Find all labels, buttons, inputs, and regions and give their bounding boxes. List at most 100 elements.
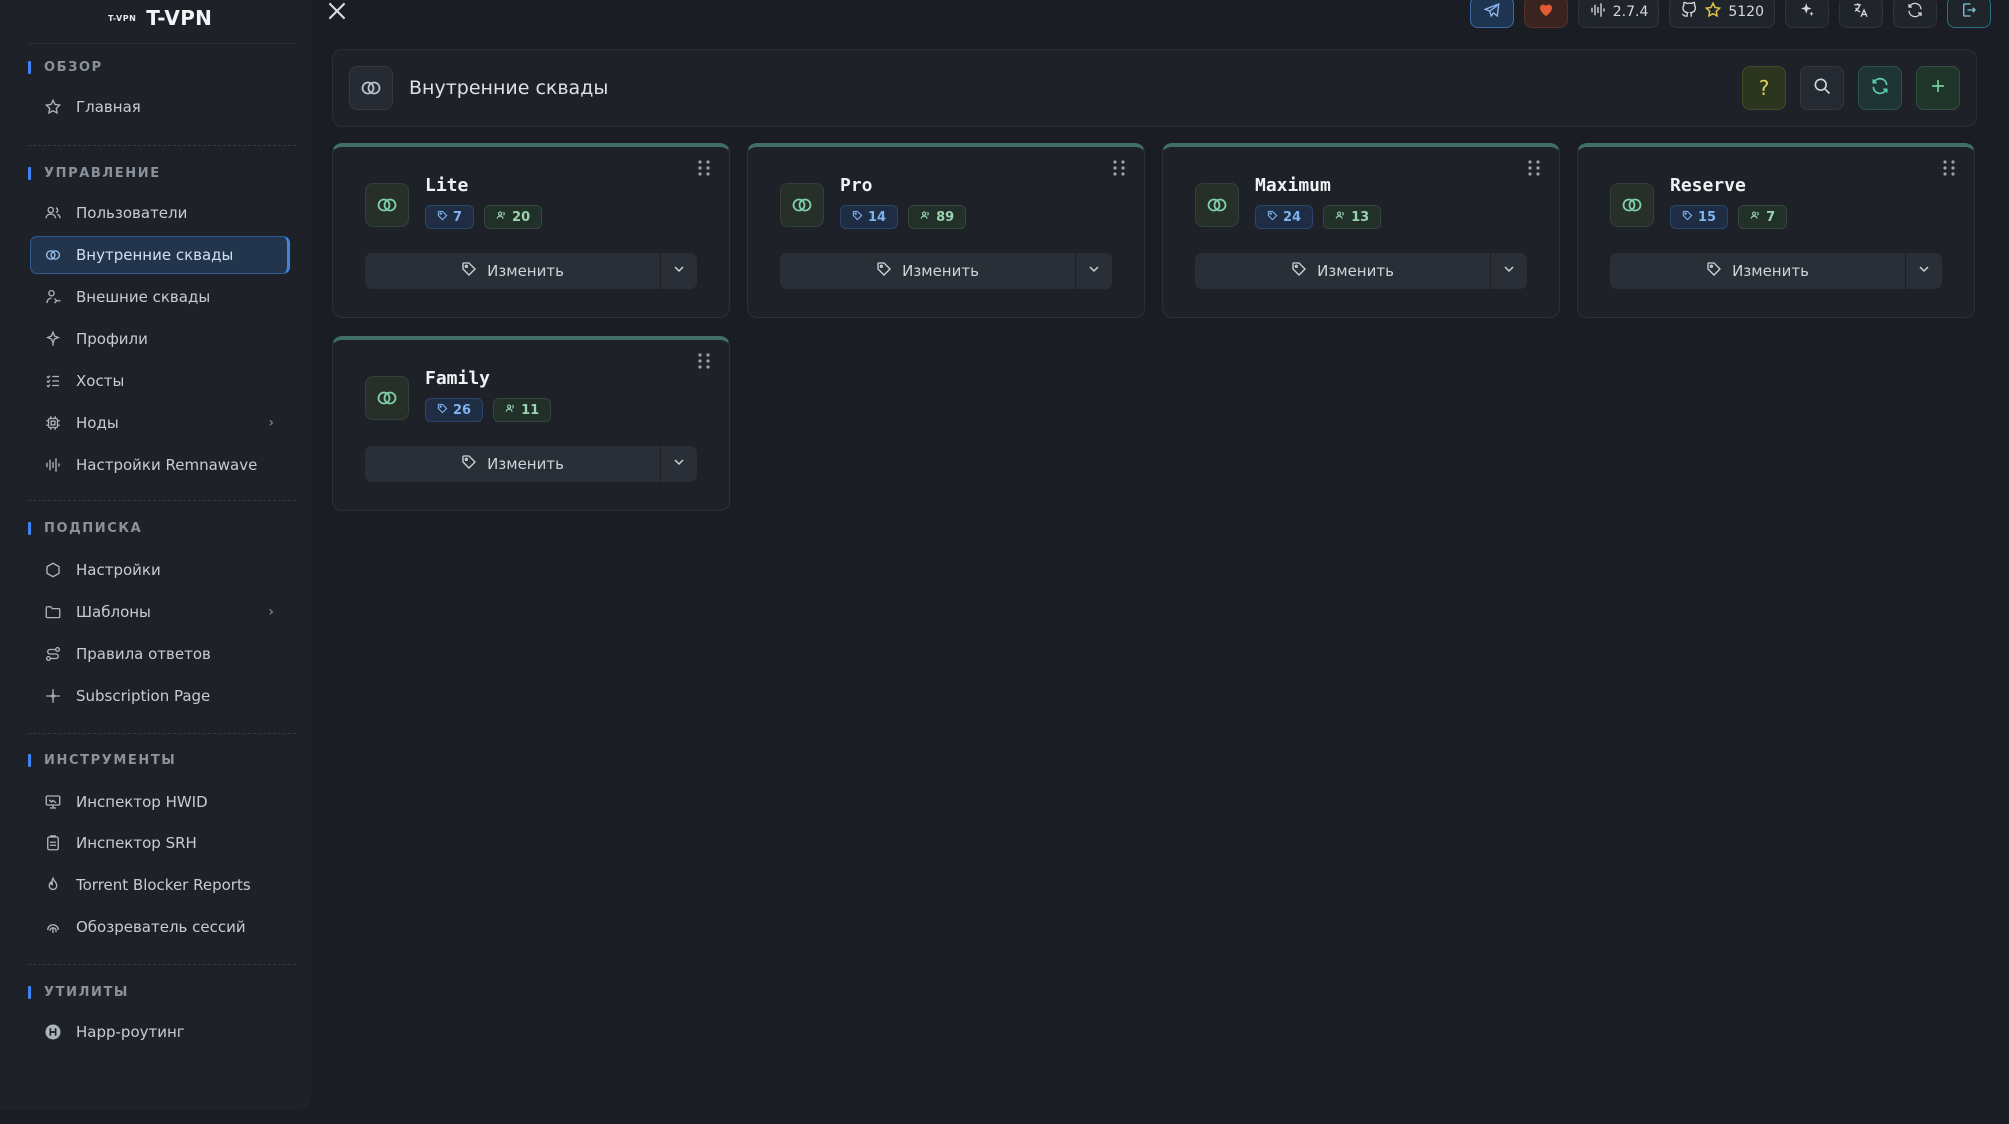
heart-icon (1537, 1, 1555, 23)
search-button[interactable] (1800, 66, 1844, 110)
edit-squad-button[interactable]: Изменить (1610, 253, 1906, 289)
sidebar-item-label: Инспектор HWID (76, 793, 208, 811)
tags-count: 26 (453, 402, 472, 418)
sidebar-item-remnawave-settings[interactable]: Настройки Remnawave (30, 446, 290, 484)
version-badge[interactable]: 2.7.4 (1577, 0, 1660, 28)
users-icon (1750, 210, 1761, 225)
edit-label: Изменить (1732, 262, 1809, 280)
squad-badges: 15 7 (1670, 205, 1788, 229)
sidebar-item-label: Внешние сквады (76, 288, 211, 306)
drag-handle-icon[interactable] (697, 159, 711, 177)
tag-icon (1682, 210, 1693, 225)
edit-button-group: Изменить (365, 253, 697, 289)
edit-label: Изменить (487, 262, 564, 280)
edit-menu-button[interactable] (1906, 253, 1942, 289)
sidebar-divider (28, 145, 296, 146)
sparkles-icon (1798, 1, 1816, 23)
brand-name: T-VPN (146, 6, 213, 30)
sidebar-item-session-browser[interactable]: Обозреватель сессий (30, 908, 290, 946)
sidebar-item-profiles[interactable]: Профили (30, 320, 290, 358)
rings-icon (1195, 183, 1239, 227)
users-icon (920, 210, 931, 225)
translate-icon (1852, 1, 1870, 23)
sidebar-item-srh-inspector[interactable]: Инспектор SRH (30, 824, 290, 862)
edit-squad-button[interactable]: Изменить (365, 253, 661, 289)
tag-icon (461, 261, 477, 281)
chevron-right-icon: › (268, 604, 274, 620)
squad-card: Family 26 11 Изменить (332, 336, 730, 511)
star-icon (44, 98, 62, 116)
list-icon (44, 372, 62, 390)
help-button[interactable]: ? (1742, 66, 1786, 110)
sidebar-item-sub-settings[interactable]: Настройки (30, 551, 290, 589)
tag-icon (852, 210, 863, 225)
sidebar-item-nodes[interactable]: Ноды › (30, 404, 290, 442)
ai-sparkle-button[interactable] (1785, 0, 1829, 28)
edit-squad-button[interactable]: Изменить (1195, 253, 1491, 289)
drag-handle-icon[interactable] (1112, 159, 1126, 177)
users-count-badge: 20 (484, 205, 543, 229)
sidebar-item-internal-squads[interactable]: Внутренние сквады (30, 236, 290, 274)
page-title: Внутренние сквады (409, 77, 609, 99)
sidebar-item-home[interactable]: Главная (30, 88, 290, 126)
equalizer-icon (44, 456, 62, 474)
edit-button-group: Изменить (1610, 253, 1942, 289)
sidebar-item-users[interactable]: Пользователи (30, 194, 290, 232)
sidebar-item-label: Хосты (76, 372, 125, 390)
edit-menu-button[interactable] (1491, 253, 1527, 289)
add-squad-button[interactable] (1916, 66, 1960, 110)
chevron-down-icon (1501, 261, 1517, 281)
sidebar-divider (28, 500, 296, 501)
edit-squad-button[interactable]: Изменить (780, 253, 1076, 289)
rings-icon (1610, 183, 1654, 227)
edit-label: Изменить (487, 455, 564, 473)
tags-count-badge: 14 (840, 205, 899, 229)
tag-icon (437, 210, 448, 225)
refresh-button[interactable] (1893, 0, 1937, 28)
equalizer-icon (1589, 1, 1607, 23)
section-title-management: УПРАВЛЕНИЕ (44, 166, 161, 181)
squad-badges: 24 13 (1255, 205, 1382, 229)
users-count: 13 (1351, 209, 1370, 225)
sidebar-item-torrent-blocker[interactable]: Torrent Blocker Reports (30, 866, 290, 904)
hexagon-icon (44, 561, 62, 579)
sidebar-item-hosts[interactable]: Хосты (30, 362, 290, 400)
close-icon[interactable] (324, 0, 350, 24)
sidebar-item-templates[interactable]: Шаблоны › (30, 593, 290, 631)
edit-menu-button[interactable] (1076, 253, 1112, 289)
section-title-utilities: УТИЛИТЫ (44, 985, 129, 1000)
flame-icon (44, 876, 62, 894)
telegram-button[interactable] (1469, 0, 1514, 28)
github-stars-button[interactable]: 5120 (1669, 0, 1775, 28)
sidebar-item-hwid-inspector[interactable]: Инспектор HWID (30, 783, 290, 821)
sidebar-item-happ-routing[interactable]: Happ-роутинг (30, 1013, 290, 1051)
logout-button[interactable] (1947, 0, 1991, 28)
sidebar-item-subscription-page[interactable]: Subscription Page (30, 677, 290, 715)
tag-icon (461, 454, 477, 474)
search-icon (1812, 76, 1832, 100)
edit-menu-button[interactable] (661, 446, 697, 482)
brand-logo[interactable]: T-VPN T-VPN (108, 4, 212, 32)
donate-button[interactable] (1523, 0, 1568, 28)
edit-menu-button[interactable] (661, 253, 697, 289)
refresh-squads-button[interactable] (1858, 66, 1902, 110)
drag-handle-icon[interactable] (697, 352, 711, 370)
edit-label: Изменить (902, 262, 979, 280)
edit-label: Изменить (1317, 262, 1394, 280)
language-button[interactable] (1839, 0, 1883, 28)
rings-icon (365, 183, 409, 227)
drag-handle-icon[interactable] (1527, 159, 1541, 177)
users-count: 20 (512, 209, 531, 225)
section-title-subscription: ПОДПИСКА (44, 521, 143, 536)
sidebar-item-external-squads[interactable]: Внешние сквады (30, 278, 290, 316)
tags-count: 7 (453, 209, 463, 225)
drag-handle-icon[interactable] (1942, 159, 1956, 177)
refresh-icon (1906, 1, 1924, 23)
users-icon (496, 210, 507, 225)
sidebar-item-response-rules[interactable]: Правила ответов (30, 635, 290, 673)
tags-count: 24 (1283, 209, 1302, 225)
edit-squad-button[interactable]: Изменить (365, 446, 661, 482)
tags-count-badge: 24 (1255, 205, 1314, 229)
users-icon (44, 204, 62, 222)
squad-card: Pro 14 89 Изменить (747, 143, 1145, 318)
